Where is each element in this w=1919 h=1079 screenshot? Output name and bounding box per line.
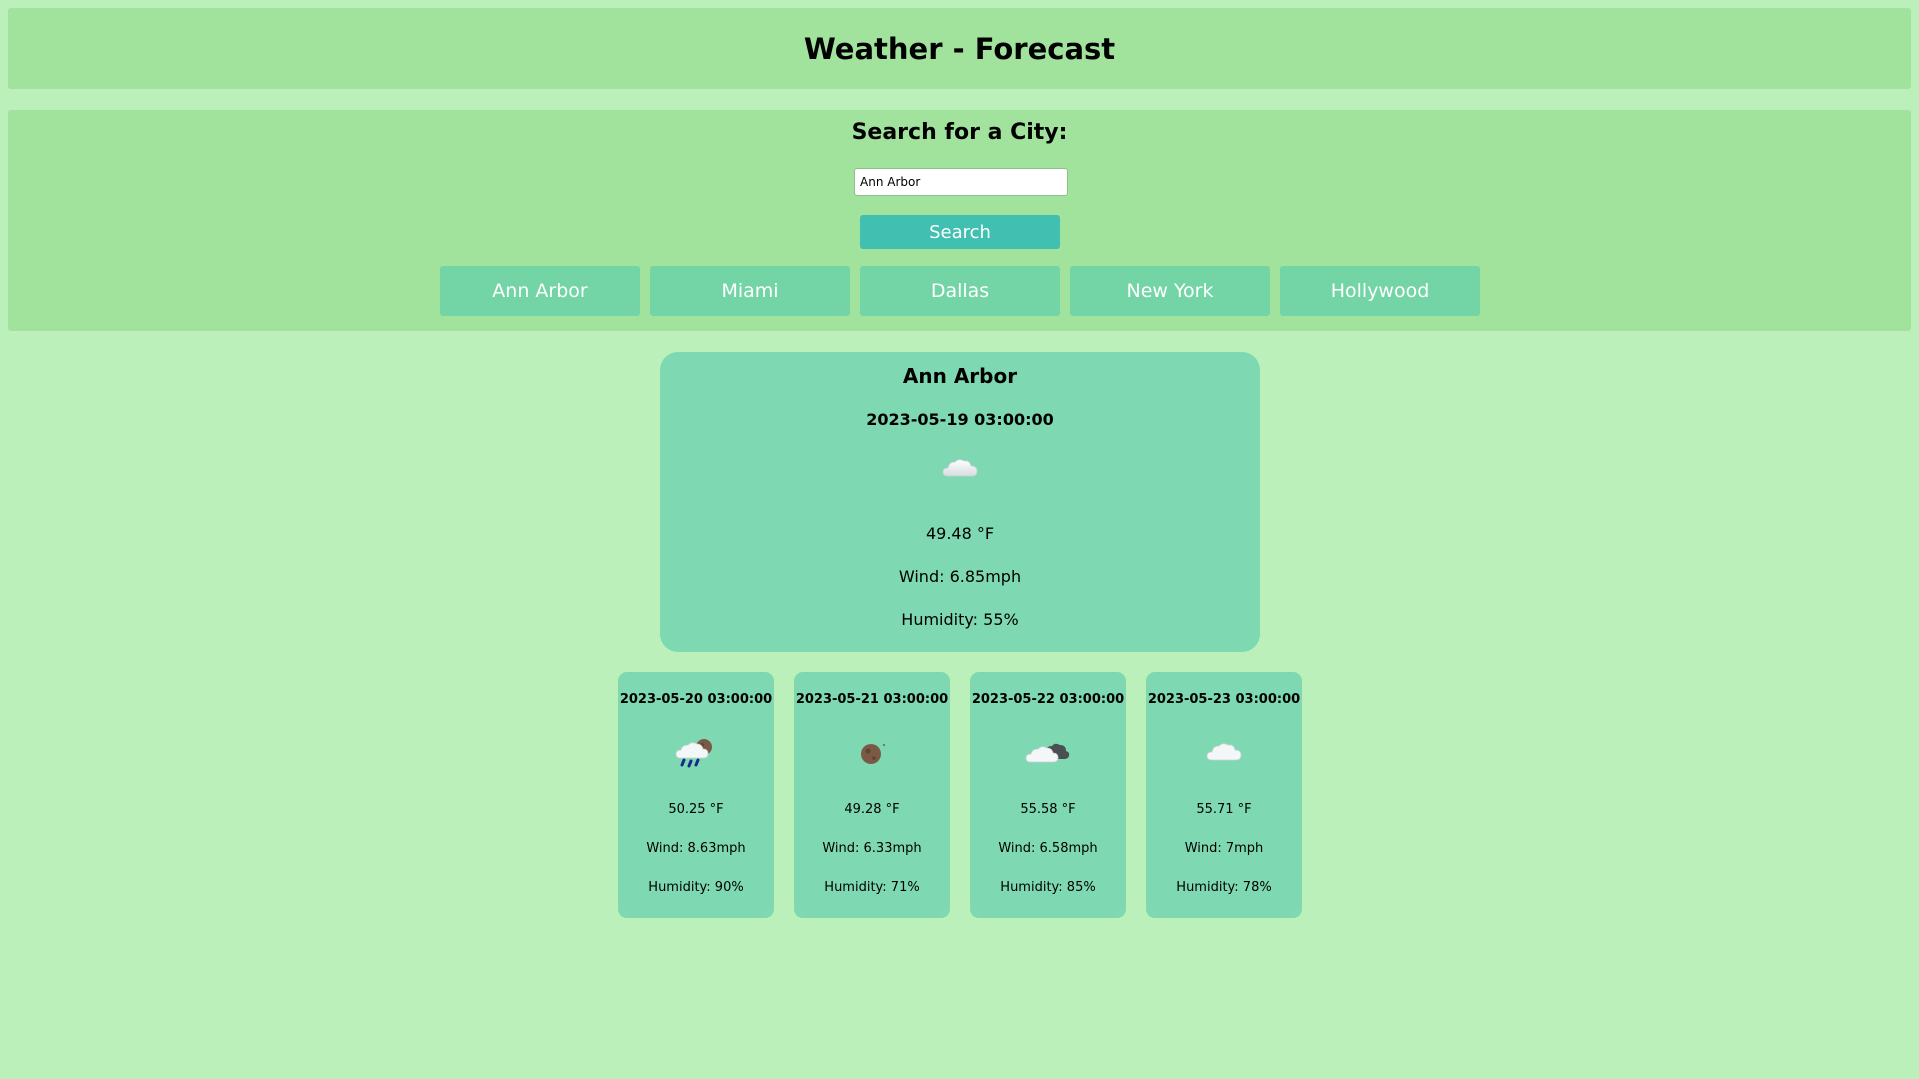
- cloud-icon: [660, 452, 1260, 484]
- cloud-dark-cloud-icon: [970, 736, 1126, 770]
- current-date: 2023-05-19 03:00:00: [866, 410, 1054, 429]
- current-humidity: Humidity: 55%: [901, 610, 1019, 629]
- forecast-humidity: Humidity: 78%: [1176, 880, 1272, 895]
- current-wind: Wind: 6.85mph: [898, 567, 1022, 586]
- search-title: Search for a City:: [851, 120, 1068, 145]
- current-temperature: 49.48 °F: [925, 524, 995, 543]
- forecast-date: 2023-05-21 03:00:00: [795, 692, 949, 707]
- city-button-dallas[interactable]: Dallas: [860, 266, 1060, 316]
- forecast-wind: Wind: 7mph: [1184, 841, 1264, 856]
- search-button[interactable]: Search: [860, 215, 1060, 249]
- moon-icon: [794, 736, 950, 770]
- forecast-wind: Wind: 6.33mph: [822, 841, 922, 856]
- forecast-card: 2023-05-21 03:00:00 49.28 °F Wind: 6.33m…: [794, 672, 950, 918]
- rain-cloud-night-icon: [618, 736, 774, 770]
- city-button-ann-arbor[interactable]: Ann Arbor: [440, 266, 640, 316]
- city-button-miami[interactable]: Miami: [650, 266, 850, 316]
- forecast-humidity: Humidity: 71%: [824, 880, 920, 895]
- forecast-temperature: 55.58 °F: [1020, 802, 1076, 817]
- forecast-temperature: 55.71 °F: [1196, 802, 1252, 817]
- city-button-new-york[interactable]: New York: [1070, 266, 1270, 316]
- forecast-temperature: 49.28 °F: [844, 802, 900, 817]
- cloud-icon: [1146, 736, 1302, 768]
- forecast-date: 2023-05-22 03:00:00: [971, 692, 1125, 707]
- forecast-date: 2023-05-20 03:00:00: [619, 692, 773, 707]
- forecast-temperature: 50.25 °F: [668, 802, 724, 817]
- forecast-card: 2023-05-22 03:00:00 55.58 °F Wind: 6.58m…: [970, 672, 1126, 918]
- forecast-humidity: Humidity: 90%: [648, 880, 744, 895]
- forecast-wind: Wind: 6.58mph: [998, 841, 1098, 856]
- search-panel: Search for a City: Search Ann Arbor Miam…: [8, 110, 1911, 331]
- city-button-hollywood[interactable]: Hollywood: [1280, 266, 1480, 316]
- forecast-card: 2023-05-23 03:00:00 55.71 °F Wind: 7mph …: [1146, 672, 1302, 918]
- forecast-card: 2023-05-20 03:00:00 50.25 °F Wind: 8.63m…: [618, 672, 774, 918]
- current-city-name: Ann Arbor: [902, 364, 1018, 388]
- forecast-wind: Wind: 8.63mph: [646, 841, 746, 856]
- forecast-date: 2023-05-23 03:00:00: [1147, 692, 1301, 707]
- page-title: Weather - Forecast: [803, 31, 1116, 66]
- forecast-humidity: Humidity: 85%: [1000, 880, 1096, 895]
- current-weather-card: Ann Arbor 2023-05-19 03:00:00 49.48 °F W…: [660, 352, 1260, 652]
- city-search-input[interactable]: [854, 168, 1068, 196]
- page-header: Weather - Forecast: [8, 8, 1911, 89]
